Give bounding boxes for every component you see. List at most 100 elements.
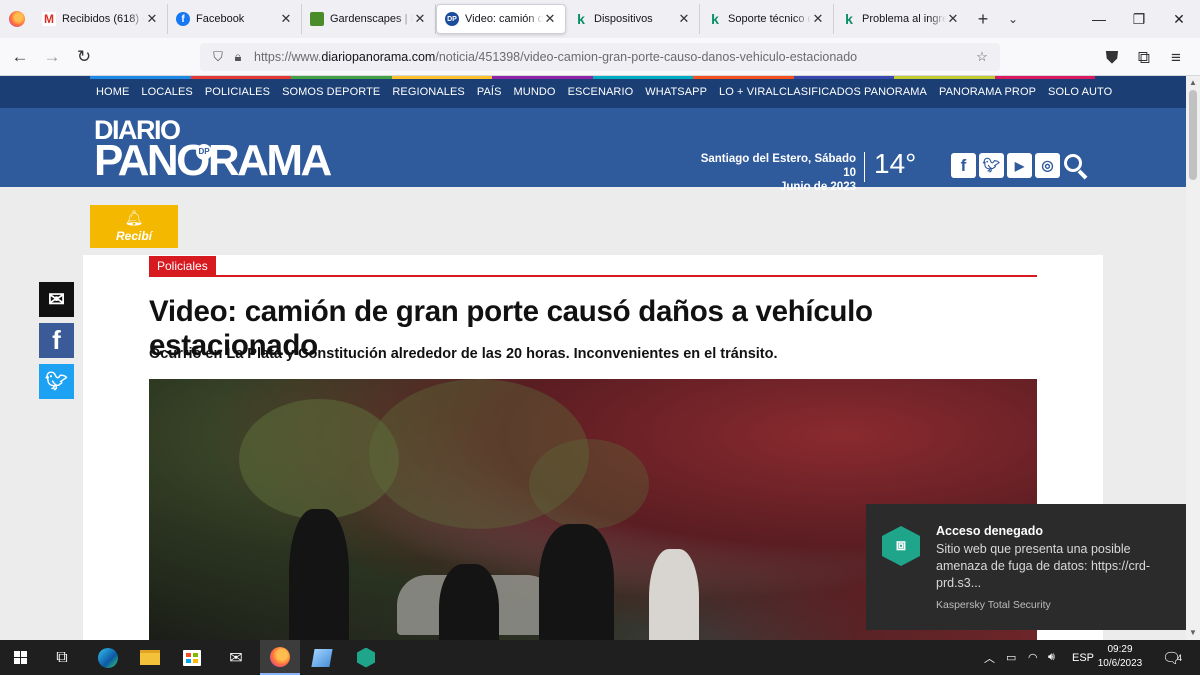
store-icon[interactable] xyxy=(172,640,212,675)
category-row: Policiales xyxy=(149,256,1037,277)
app-icon[interactable] xyxy=(302,640,342,675)
lock-icon[interactable]: 🔒︎ xyxy=(228,49,248,65)
instagram-icon[interactable]: ◎ xyxy=(1035,153,1060,178)
new-tab-button[interactable]: + xyxy=(968,4,998,34)
tab-soporte[interactable]: k Soporte técnico d ✕ xyxy=(700,4,834,34)
nav-locales[interactable]: LOCALES xyxy=(135,86,198,98)
kaspersky-toast[interactable]: ⧈ Acceso denegado Sitio web que presenta… xyxy=(866,504,1186,630)
kaspersky-icon: k xyxy=(577,11,585,27)
diario-panorama-icon: DP xyxy=(445,12,459,26)
firefox-taskbar-icon[interactable] xyxy=(260,640,300,675)
tab-label: Facebook xyxy=(196,13,245,25)
close-icon[interactable]: ✕ xyxy=(145,11,159,27)
file-explorer-icon[interactable] xyxy=(130,640,170,675)
close-icon[interactable]: ✕ xyxy=(413,11,427,27)
language-indicator[interactable]: ESP xyxy=(1072,640,1094,675)
nav-home[interactable]: HOME xyxy=(90,86,135,98)
tab-dispositivos[interactable]: k Dispositivos ✕ xyxy=(566,4,700,34)
close-icon[interactable]: ✕ xyxy=(677,11,691,27)
tab-gardenscapes[interactable]: Gardenscapes | Fa ✕ xyxy=(302,4,436,34)
close-window-button[interactable]: ✕ xyxy=(1156,0,1200,38)
list-tabs-button[interactable]: ⌄ xyxy=(998,4,1028,34)
menu-icon[interactable]: ≡ xyxy=(1160,42,1192,74)
kaspersky-icon: k xyxy=(845,11,853,27)
windows-icon xyxy=(13,651,27,664)
close-icon[interactable]: ✕ xyxy=(946,11,960,27)
tab-diario-panorama[interactable]: DP Video: camión de ✕ xyxy=(436,4,566,34)
kaspersky-taskbar-icon[interactable] xyxy=(346,640,386,675)
tab-label: Recibidos (618) - xyxy=(62,13,145,25)
nav-panorama-prop[interactable]: PANORAMA PROP xyxy=(933,86,1042,98)
close-icon[interactable]: ✕ xyxy=(279,11,293,27)
browser-nav-bar: ← → ↻ ⛉ 🔒︎ https://www.diariopanorama.co… xyxy=(0,38,1200,76)
forward-button[interactable]: → xyxy=(36,41,68,73)
action-center-icon[interactable]: 🗨︎ 4 xyxy=(1162,640,1182,675)
bookmark-star-icon[interactable]: ☆ xyxy=(972,49,992,65)
wifi-icon[interactable]: ◠ xyxy=(1028,640,1038,675)
nav-escenario[interactable]: ESCENARIO xyxy=(562,86,640,98)
windows-taskbar: ⧉ ✉ ︿ ▭ ◠ 🔊︎ ESP 09:29 10/6/2023 🗨︎ 4 xyxy=(0,640,1200,675)
notifications-button[interactable]: 🔔︎ Recibí xyxy=(90,205,178,248)
nav-solo-auto[interactable]: SOLO AUTO xyxy=(1042,86,1118,98)
tab-label: Video: camión de xyxy=(465,13,543,25)
firefox-icon xyxy=(9,11,25,27)
clock-date: 10/6/2023 xyxy=(1097,658,1143,669)
category-badge[interactable]: Policiales xyxy=(149,256,216,277)
volume-icon[interactable]: 🔊︎ xyxy=(1048,640,1055,675)
tab-problema[interactable]: k Problema al ingre ✕ xyxy=(834,4,968,34)
tray-overflow-icon[interactable]: ︿ xyxy=(984,640,995,675)
tab-label: Gardenscapes | Fa xyxy=(330,13,413,25)
date-line-2: Junio de 2023 xyxy=(779,181,856,193)
site-logo[interactable]: DIARIO PANORAMA DP xyxy=(94,117,332,183)
share-bar: ✉ f 🐦︎ xyxy=(39,282,74,405)
youtube-icon[interactable]: ▶ xyxy=(1007,153,1032,178)
extensions-icon[interactable]: ⧉ xyxy=(1128,42,1160,74)
page-scrollbar[interactable]: ▲ ▼ xyxy=(1186,76,1200,640)
task-view-icon[interactable]: ⧉ xyxy=(42,640,82,675)
article-subhead: Ocurrió en La Plata y Constitución alred… xyxy=(149,346,778,362)
nav-mundo[interactable]: MUNDO xyxy=(508,86,562,98)
twitter-share-icon[interactable]: 🐦︎ xyxy=(39,364,74,399)
toast-title: Acceso denegado xyxy=(936,524,1043,538)
nav-somos-deporte[interactable]: SOMOS DEPORTE xyxy=(276,86,386,98)
browser-tab-bar: M Recibidos (618) - ✕ f Facebook ✕ Garde… xyxy=(0,0,1200,38)
date-display: Santiago del Estero, Sábado 10 Junio de … xyxy=(686,152,856,194)
start-button[interactable] xyxy=(0,640,40,675)
facebook-icon[interactable]: f xyxy=(951,153,976,178)
firefox-menu-button[interactable] xyxy=(0,0,34,38)
nav-policiales[interactable]: POLICIALES xyxy=(199,86,276,98)
twitter-icon[interactable]: 🐦︎ xyxy=(979,153,1004,178)
mail-icon[interactable]: ✉ xyxy=(216,640,256,675)
search-icon[interactable] xyxy=(1063,153,1089,180)
logo-line-2: PANORAMA xyxy=(94,136,332,185)
pocket-icon[interactable]: ⛊ xyxy=(1096,42,1128,74)
facebook-share-icon[interactable]: f xyxy=(39,323,74,358)
logo-badge: DP xyxy=(196,144,212,160)
address-bar[interactable]: ⛉ 🔒︎ https://www.diariopanorama.com/noti… xyxy=(200,43,1000,71)
back-button[interactable]: ← xyxy=(4,41,36,73)
clock[interactable]: 09:29 10/6/2023 xyxy=(1095,643,1145,671)
tab-facebook[interactable]: f Facebook ✕ xyxy=(168,4,302,34)
close-icon[interactable]: ✕ xyxy=(543,11,557,27)
kaspersky-shield-icon: ⧈ xyxy=(882,526,920,566)
tab-gmail[interactable]: M Recibidos (618) - ✕ xyxy=(34,4,168,34)
shield-icon[interactable]: ⛉ xyxy=(208,49,228,65)
url-text[interactable]: https://www.diariopanorama.com/noticia/4… xyxy=(254,50,972,64)
edge-icon[interactable] xyxy=(88,640,128,675)
email-share-icon[interactable]: ✉ xyxy=(39,282,74,317)
nav-clasificados[interactable]: CLASIFICADOS PANORAMA xyxy=(773,86,933,98)
nav-pais[interactable]: PAÍS xyxy=(471,86,508,98)
nav-regionales[interactable]: REGIONALES xyxy=(386,86,471,98)
bell-icon: 🔔︎ xyxy=(124,210,144,227)
scroll-thumb[interactable] xyxy=(1189,90,1197,180)
scroll-down-arrow[interactable]: ▼ xyxy=(1186,627,1200,639)
notifications-label: Recibí xyxy=(115,229,152,243)
close-icon[interactable]: ✕ xyxy=(811,11,825,27)
reload-button[interactable]: ↻ xyxy=(68,41,100,73)
temperature: 14° xyxy=(874,148,917,179)
nav-whatsapp[interactable]: WHATSAPP xyxy=(639,86,713,98)
clock-time: 09:29 xyxy=(1107,644,1133,655)
scroll-up-arrow[interactable]: ▲ xyxy=(1186,77,1200,89)
battery-icon[interactable]: ▭ xyxy=(1006,640,1016,675)
page-viewport: HOME LOCALES POLICIALES SOMOS DEPORTE RE… xyxy=(0,76,1186,640)
